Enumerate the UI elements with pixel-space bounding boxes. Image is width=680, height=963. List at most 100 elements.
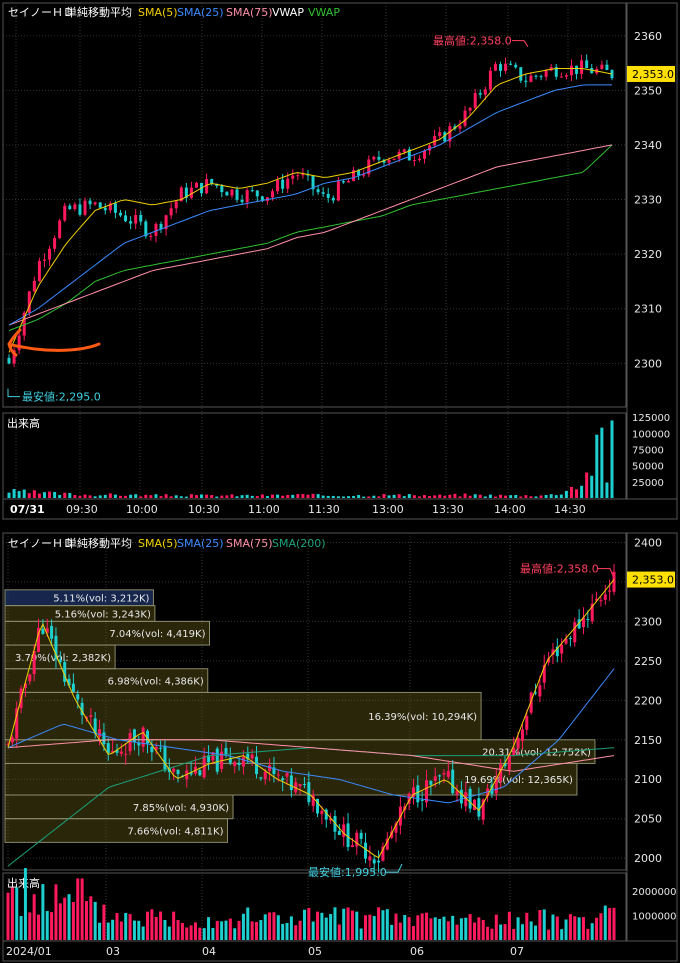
daily-candle-body <box>276 774 280 776</box>
daily-candle-body <box>355 832 359 847</box>
intraday-volume-bar <box>569 486 573 498</box>
intraday-volume-bar <box>134 494 138 498</box>
intraday-volume-bar <box>453 493 457 498</box>
intraday-candle-body <box>149 235 153 237</box>
daily-volume-bar <box>115 912 119 940</box>
intraday-candle-body <box>118 212 122 216</box>
intraday-candle-body <box>412 160 416 162</box>
intraday-volume-bar <box>42 492 46 498</box>
intraday-candle-body <box>458 125 462 129</box>
intraday-candle-body <box>240 199 244 203</box>
intraday-volume-bar <box>205 494 209 498</box>
daily-candle-body <box>363 842 367 859</box>
daily-volume-bar <box>377 907 381 940</box>
time-label: 10:30 <box>188 503 220 516</box>
intraday-candle-body <box>255 190 259 197</box>
intraday-volume-bar <box>509 495 513 498</box>
daily-volume-bar <box>207 917 211 940</box>
daily-volume-bar <box>259 920 263 940</box>
daily-candle-body <box>568 638 572 640</box>
intraday-volume-bar <box>225 495 229 498</box>
intraday-volume-bar <box>377 496 381 498</box>
volume-profile-label: 16.39%(vol: 10,294K) <box>368 712 477 723</box>
daily-volume-bar <box>494 914 498 940</box>
daily-volume-bar <box>516 917 520 940</box>
price-tick-label: 2310 <box>634 303 662 316</box>
intraday-volume-bar <box>499 494 503 498</box>
intraday-volume-bar <box>235 496 239 498</box>
daily-candle-body <box>289 775 293 791</box>
intraday-candle-body <box>98 202 102 208</box>
daily-volume-bar <box>333 907 337 940</box>
daily-price-tick-label: 2250 <box>634 655 662 668</box>
daily-volume-bar <box>37 914 41 940</box>
intraday-volume-bar <box>281 495 285 498</box>
intraday-volume-bar <box>255 496 259 498</box>
volume-profile-label: 5.16%(vol: 3,243K) <box>55 610 151 621</box>
intraday-volume-bar <box>124 495 128 498</box>
daily-volume-bar <box>150 909 154 940</box>
daily-volume-bar <box>215 920 219 940</box>
intraday-candle-body <box>347 181 351 183</box>
intraday-candle-body <box>468 107 472 111</box>
intraday-volume-bar <box>22 489 26 498</box>
daily-price-tick-label: 2150 <box>634 734 662 747</box>
daily-volume-bar <box>84 901 88 940</box>
intraday-volume-bar <box>544 494 548 498</box>
daily-volume-bar <box>224 920 228 940</box>
intraday-candle-body <box>392 158 396 160</box>
price-tick-label: 2360 <box>634 30 662 43</box>
intraday-candle-body <box>564 75 568 77</box>
daily-volume-bar <box>202 928 206 940</box>
intraday-candle-body <box>124 215 128 222</box>
daily-candle-body <box>41 628 45 634</box>
intraday-volume-bar <box>200 494 204 498</box>
time-label: 13:00 <box>372 503 404 516</box>
daily-legend-sma75: SMA(75) <box>226 537 273 550</box>
intraday-volume-bar <box>210 495 214 498</box>
intraday-volume-bar <box>296 494 300 498</box>
price-tick-label: 2320 <box>634 248 662 261</box>
price-tick-label: 2340 <box>634 139 662 152</box>
intraday-volume-bar <box>306 494 310 498</box>
intraday-candle-body <box>245 190 249 203</box>
daily-volume-bar <box>350 910 354 940</box>
volume-profile-label: 19.69%(vol: 12,365K) <box>464 775 573 786</box>
daily-volume-bar <box>298 920 302 940</box>
daily-volume-bar <box>32 894 36 940</box>
daily-volume-bar <box>573 916 577 940</box>
daily-volume-bar <box>50 912 54 940</box>
intraday-candle-body <box>139 214 143 222</box>
daily-volume-bar <box>71 902 75 940</box>
daily-volume-bar <box>337 924 341 940</box>
intraday-volume-bar <box>276 494 280 498</box>
volume-profile-label: 5.11%(vol: 3,212K) <box>53 594 149 605</box>
intraday-candle-body <box>417 158 421 161</box>
daily-volume-bar <box>555 916 559 940</box>
intraday-candle-body <box>113 203 117 213</box>
intraday-volume-bar <box>12 489 16 498</box>
daily-candle-body <box>468 788 472 809</box>
intraday-candle-body <box>483 89 487 95</box>
daily-volume-bar <box>603 905 607 940</box>
intraday-volume-bar <box>93 496 97 498</box>
daily-volume-bar <box>263 914 267 940</box>
daily-candle-body <box>106 743 110 753</box>
intraday-candle-body <box>544 70 548 77</box>
daily-volume-bar <box>459 918 463 940</box>
daily-volume-bar <box>486 926 490 940</box>
intraday-volume-bar <box>118 495 122 498</box>
intraday-volume-bar <box>27 493 31 498</box>
date-label: 2024/01 <box>6 945 52 958</box>
daily-candle-body <box>377 860 381 863</box>
legend-vwap-2: VWAP <box>308 6 340 19</box>
daily-candle-body <box>241 757 245 767</box>
intraday-candle-body <box>53 238 57 249</box>
intraday-candle-body <box>250 190 254 192</box>
volume-profile-label: 3.79%(vol: 2,382K) <box>15 653 111 664</box>
intraday-candle-body <box>575 65 579 74</box>
intraday-volume-bar <box>169 496 173 498</box>
daily-volume-bar <box>172 911 176 940</box>
daily-candle-body <box>259 777 263 779</box>
high-label: 最高値:2,358.0 <box>433 34 512 48</box>
